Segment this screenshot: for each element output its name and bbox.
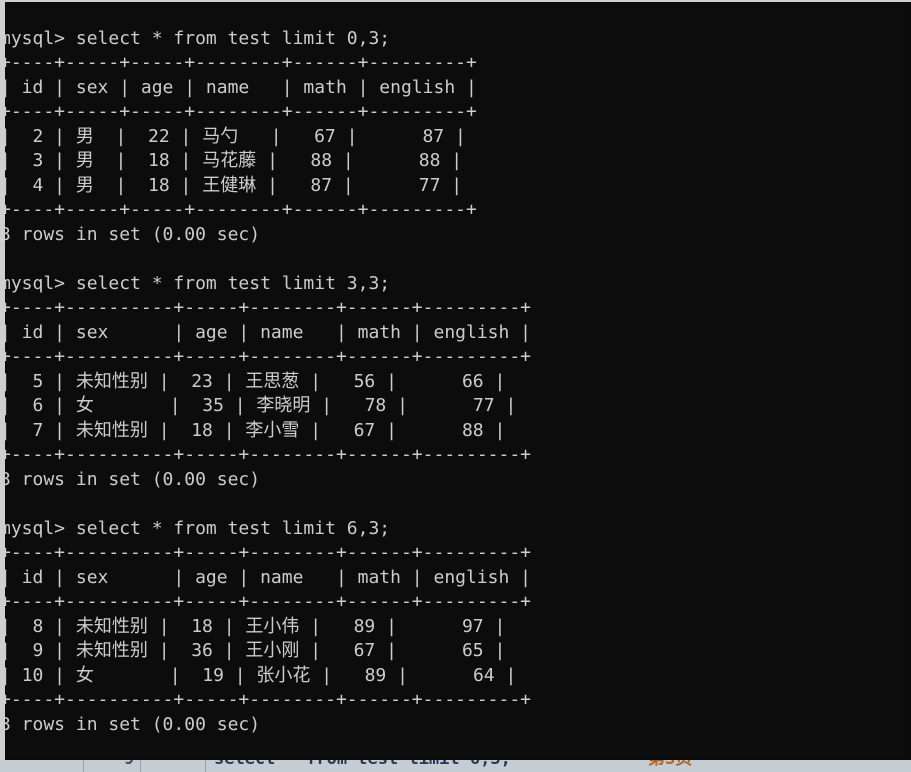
- terminal-command-line[interactable]: mysql> select * from test limit 6,3;: [5, 517, 911, 542]
- table-separator: +----+-----+-----+--------+------+------…: [0, 101, 477, 122]
- table-row: | 10 | 女 | 19 | 张小花 | 89 | 64 |: [0, 664, 517, 686]
- table-separator: +----+----------+-----+--------+------+-…: [0, 542, 532, 563]
- terminal-command-line[interactable]: mysql> select * from test limit 3,3;: [5, 272, 911, 297]
- table-separator: +----+-----+-----+--------+------+------…: [0, 199, 477, 220]
- table-row: | 2 | 男 | 22 | 马勺 | 67 | 87 |: [0, 125, 466, 147]
- table-separator: +----+----------+-----+--------+------+-…: [0, 444, 532, 465]
- table-row: | 3 | 男 | 18 | 马花藤 | 88 | 88 |: [0, 150, 463, 171]
- table-header-row: | id | sex | age | name | math | english…: [0, 76, 477, 98]
- table-row: | 7 | 未知性别 | 18 | 李小雪 | 67 | 88 |: [0, 419, 506, 441]
- result-status-line: 3 rows in set (0.00 sec): [0, 713, 261, 735]
- table-row: | 5 | 未知性别 | 23 | 王思葱 | 56 | 66 |: [0, 370, 506, 392]
- result-status-line: 3 rows in set (0.00 sec): [0, 468, 261, 490]
- result-status-line: 3 rows in set (0.00 sec): [0, 223, 261, 245]
- table-row: | 8 | 未知性别 | 18 | 王小伟 | 89 | 97 |: [0, 615, 506, 637]
- table-separator: +----+----------+-----+--------+------+-…: [0, 591, 532, 612]
- table-header-row: | id | sex | age | name | math | english…: [0, 321, 532, 343]
- table-separator: +----+-----+-----+--------+------+------…: [0, 52, 477, 73]
- terminal-window[interactable]: mysql> select * from test limit 0,3; +--…: [0, 0, 911, 760]
- terminal-command-line[interactable]: mysql> select * from test limit 0,3;: [5, 27, 911, 52]
- table-row: | 6 | 女 | 35 | 李晓明 | 78 | 77 |: [0, 395, 517, 416]
- table-row: | 4 | 男 | 18 | 王健琳 | 87 | 77 |: [0, 174, 463, 196]
- table-row: | 9 | 未知性别 | 36 | 王小刚 | 67 | 65 |: [0, 640, 506, 661]
- table-separator: +----+----------+-----+--------+------+-…: [0, 346, 532, 367]
- screen: 9 select * from test limit 6,3; 第3页 mysq…: [0, 0, 911, 772]
- table-separator: +----+----------+-----+--------+------+-…: [0, 297, 532, 318]
- terminal-output-area[interactable]: mysql> select * from test limit 0,3; +--…: [5, 2, 911, 760]
- table-header-row: | id | sex | age | name | math | english…: [0, 566, 532, 588]
- table-separator: +----+----------+-----+--------+------+-…: [0, 689, 532, 710]
